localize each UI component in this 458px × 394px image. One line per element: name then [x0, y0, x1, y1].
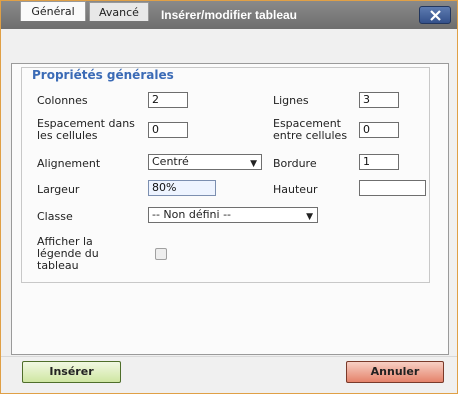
close-icon — [430, 10, 441, 21]
cellspacing-label-line2: entre cellules — [273, 129, 348, 142]
chevron-down-icon: ▼ — [306, 212, 313, 222]
rows-label: Lignes — [273, 94, 309, 107]
class-label: Classe — [37, 210, 73, 223]
alignment-select[interactable]: Centré ▼ — [148, 154, 262, 170]
alignment-label: Alignement — [37, 157, 101, 170]
close-button[interactable] — [419, 6, 451, 24]
cellpadding-label-line2: les cellules — [37, 129, 98, 142]
cellspacing-input[interactable]: 0 — [359, 122, 399, 138]
cancel-button[interactable]: Annuler — [346, 361, 444, 383]
width-input[interactable]: 80% — [148, 180, 216, 196]
show-caption-label-line3: tableau — [37, 259, 79, 272]
columns-label: Colonnes — [37, 94, 88, 107]
tab-advanced[interactable]: Avancé — [89, 2, 149, 21]
cellpadding-label: Espacement dans les cellules — [37, 118, 135, 142]
class-select[interactable]: -- Non défini -- ▼ — [148, 207, 318, 223]
columns-input[interactable]: 2 — [148, 92, 188, 108]
rows-input[interactable]: 3 — [359, 92, 399, 108]
class-value: -- Non défini -- — [152, 208, 232, 221]
border-input[interactable]: 1 — [359, 154, 399, 170]
chevron-down-icon: ▼ — [250, 159, 257, 169]
footer-divider — [1, 356, 457, 357]
insert-button[interactable]: Insérer — [22, 361, 121, 383]
insert-table-dialog: Insérer/modifier tableau Général Avancé … — [0, 0, 458, 394]
cellpadding-input[interactable]: 0 — [148, 122, 188, 138]
group-legend: Propriétés générales — [29, 68, 177, 82]
alignment-value: Centré — [152, 155, 189, 168]
height-input[interactable] — [359, 180, 426, 196]
tab-label: Avancé — [99, 6, 139, 19]
width-label: Largeur — [37, 183, 80, 196]
tab-label: Général — [31, 5, 75, 18]
show-caption-checkbox[interactable] — [155, 248, 167, 260]
tab-general[interactable]: Général — [20, 1, 86, 21]
show-caption-label: Afficher la légende du tableau — [37, 236, 99, 272]
border-label: Bordure — [273, 157, 317, 170]
height-label: Hauteur — [273, 183, 318, 196]
cellspacing-label: Espacement entre cellules — [273, 118, 347, 142]
